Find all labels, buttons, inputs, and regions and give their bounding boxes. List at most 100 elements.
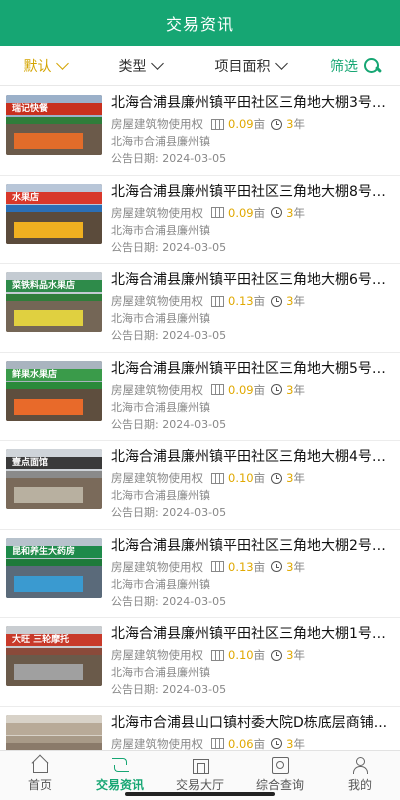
- listing-years: 3: [286, 294, 294, 308]
- listing-years: 3: [286, 648, 294, 662]
- app-header: 交易资讯: [0, 0, 400, 46]
- listing-info: 北海合浦县廉州镇平田社区三角地大棚5号门面... 房屋建筑物使用权 0.09 亩…: [111, 357, 394, 441]
- home-indicator: [125, 792, 275, 796]
- listing-years: 3: [286, 471, 294, 485]
- listing-years: 3: [286, 736, 294, 751]
- area-unit: 亩: [253, 205, 266, 220]
- tab-me[interactable]: 我的: [320, 751, 400, 800]
- listing-category: 房屋建筑物使用权: [111, 559, 203, 574]
- listing-area: 0.10: [228, 471, 254, 485]
- listing-area: 0.13: [228, 559, 254, 574]
- listing-category: 房屋建筑物使用权: [111, 117, 203, 131]
- tab-label: 交易大厅: [175, 778, 224, 792]
- listing-title: 北海合浦县廉州镇平田社区三角地大棚4号门面...: [111, 449, 394, 465]
- listing-location: 北海市合浦县廉州镇: [111, 666, 210, 679]
- clock-icon: [271, 472, 283, 484]
- listing-info: 北海合浦县廉州镇平田社区三角地大棚3号门面... 房屋建筑物使用权 0.09 亩…: [111, 91, 394, 175]
- clock-icon: [271, 207, 283, 218]
- listing-location: 北海市合浦县廉州镇: [111, 312, 210, 325]
- listing-thumbnail: 瑞记快餐: [6, 95, 102, 155]
- map-icon: [211, 207, 224, 218]
- listing-area: 0.09: [228, 205, 254, 220]
- trade-icon: [110, 756, 130, 774]
- home-icon: [30, 756, 50, 774]
- listing-title: 北海合浦县廉州镇平田社区三角地大棚6号门面...: [111, 272, 394, 288]
- map-icon: [211, 295, 224, 307]
- map-icon: [211, 118, 224, 130]
- list-item[interactable]: 北海市合浦县山口镇村委大院D栋底层商铺... 房屋建筑物使用权 0.06 亩 3…: [0, 707, 400, 751]
- me-icon: [350, 756, 370, 774]
- years-unit: 年: [293, 117, 305, 131]
- listing-years: 3: [286, 559, 294, 574]
- clock-icon: [271, 561, 283, 572]
- listing-meta: 房屋建筑物使用权 0.09 亩 3 年: [111, 115, 394, 133]
- list-item[interactable]: 大旺 三轮摩托 北海合浦县廉州镇平田社区三角地大棚1号门面... 房屋建筑物使用…: [0, 618, 400, 707]
- tab-label: 交易资讯: [95, 778, 144, 792]
- listing-date: 公告日期: 2024-03-05: [111, 594, 227, 608]
- filter-button[interactable]: 筛选: [310, 56, 400, 76]
- storefront-sign: 昆和养生大药房: [6, 545, 102, 558]
- area-unit: 亩: [253, 471, 266, 485]
- storefront-sign: 壹点面馆: [6, 457, 102, 470]
- list-item[interactable]: 昆和养生大药房 北海合浦县廉州镇平田社区三角地大棚2号门面... 房屋建筑物使用…: [0, 530, 400, 618]
- map-icon: [211, 472, 224, 484]
- chevron-down-icon: [55, 56, 69, 70]
- years-unit: 年: [293, 294, 305, 308]
- listing-meta: 房屋建筑物使用权 0.06 亩 3 年: [111, 735, 394, 751]
- listing-info: 北海合浦县廉州镇平田社区三角地大棚2号门面... 房屋建筑物使用权 0.13 亩…: [111, 534, 394, 618]
- query-icon: [270, 756, 290, 774]
- sort-default-dropdown[interactable]: 默认: [0, 56, 90, 76]
- listing-thumbnail: 水果店: [6, 183, 102, 244]
- years-unit: 年: [293, 648, 305, 662]
- map-icon: [211, 561, 224, 572]
- hall-icon: [190, 756, 210, 774]
- listing-date: 公告日期: 2024-03-05: [111, 329, 227, 342]
- listing-location: 北海市合浦县廉州镇: [111, 400, 210, 414]
- clock-icon: [271, 118, 283, 130]
- listing-area: 0.06: [228, 736, 254, 751]
- listing-list: 瑞记快餐 北海合浦县廉州镇平田社区三角地大棚3号门面... 房屋建筑物使用权 0…: [0, 87, 400, 750]
- area-unit: 亩: [253, 382, 266, 397]
- storefront-sign: [6, 722, 102, 735]
- clock-icon: [271, 384, 283, 395]
- listing-years: 3: [286, 117, 294, 131]
- listing-date: 公告日期: 2024-03-05: [111, 240, 227, 254]
- clock-icon: [271, 295, 283, 307]
- chevron-down-icon: [150, 56, 164, 70]
- storefront-sign: 鲜果水果店: [6, 368, 102, 381]
- area-dropdown[interactable]: 项目面积: [190, 56, 310, 76]
- list-item[interactable]: 水果店 北海合浦县廉州镇平田社区三角地大棚8号门面... 房屋建筑物使用权 0.…: [0, 176, 400, 264]
- listing-info: 北海合浦县廉州镇平田社区三角地大棚1号门面... 房屋建筑物使用权 0.10 亩…: [111, 622, 394, 706]
- tab-label: 首页: [27, 778, 52, 792]
- tab-label: 综合查询: [255, 778, 304, 792]
- listing-thumbnail: [6, 714, 102, 750]
- storefront-sign: 水果店: [6, 191, 102, 204]
- listing-category: 房屋建筑物使用权: [111, 294, 203, 308]
- type-label: 类型: [118, 58, 147, 75]
- clock-icon: [271, 649, 283, 661]
- list-item[interactable]: 鲜果水果店 北海合浦县廉州镇平田社区三角地大棚5号门面... 房屋建筑物使用权 …: [0, 353, 400, 441]
- listing-category: 房屋建筑物使用权: [111, 736, 203, 751]
- listing-date: 公告日期: 2024-03-05: [111, 683, 227, 696]
- listing-title: 北海合浦县廉州镇平田社区三角地大棚8号门面...: [111, 183, 394, 200]
- listing-meta: 房屋建筑物使用权 0.09 亩 3 年: [111, 381, 394, 399]
- area-unit: 亩: [253, 648, 266, 662]
- list-item[interactable]: 瑞记快餐 北海合浦县廉州镇平田社区三角地大棚3号门面... 房屋建筑物使用权 0…: [0, 87, 400, 176]
- listing-meta: 房屋建筑物使用权 0.13 亩 3 年: [111, 292, 394, 310]
- list-item[interactable]: 壹点面馆 北海合浦县廉州镇平田社区三角地大棚4号门面... 房屋建筑物使用权 0…: [0, 441, 400, 530]
- storefront-sign: 瑞记快餐: [6, 103, 102, 116]
- storefront-sign: 菜铁料品水果店: [6, 280, 102, 293]
- listing-info: 北海合浦县廉州镇平田社区三角地大棚6号门面... 房屋建筑物使用权 0.13 亩…: [111, 268, 394, 352]
- listing-thumbnail: 壹点面馆: [6, 449, 102, 509]
- listing-info: 北海合浦县廉州镇平田社区三角地大棚4号门面... 房屋建筑物使用权 0.10 亩…: [111, 445, 394, 529]
- years-unit: 年: [293, 205, 305, 220]
- listing-years: 3: [286, 382, 294, 397]
- type-dropdown[interactable]: 类型: [90, 56, 190, 76]
- filter-label: 筛选: [330, 58, 358, 75]
- tab-home[interactable]: 首页: [0, 751, 80, 800]
- list-item[interactable]: 菜铁料品水果店 北海合浦县廉州镇平田社区三角地大棚6号门面... 房屋建筑物使用…: [0, 264, 400, 353]
- area-unit: 亩: [253, 736, 266, 751]
- listing-date: 公告日期: 2024-03-05: [111, 417, 227, 431]
- listing-meta: 房屋建筑物使用权 0.09 亩 3 年: [111, 204, 394, 222]
- filter-bar: 默认 类型 项目面积 筛选: [0, 46, 400, 86]
